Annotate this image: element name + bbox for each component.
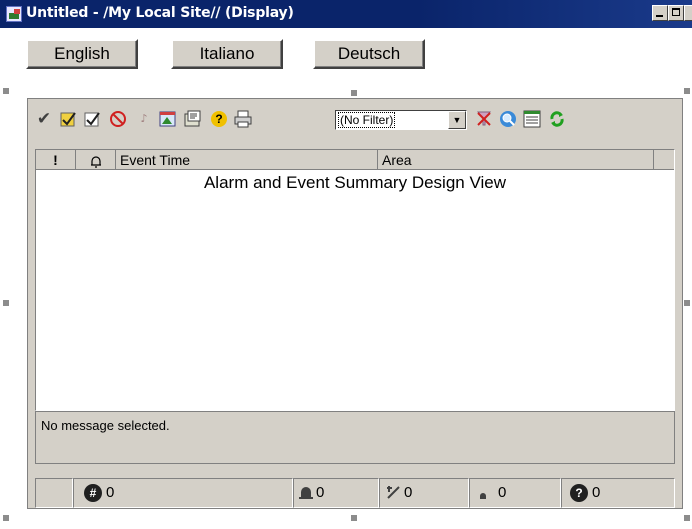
status-panel-total: # 0 (73, 478, 293, 508)
resize-handle[interactable] (3, 300, 9, 306)
shelved-count: 0 (498, 484, 507, 501)
acknowledge-visible-icon[interactable] (58, 109, 78, 129)
status-panel-empty (35, 478, 73, 508)
properties-icon[interactable] (183, 109, 203, 129)
ack-icon (387, 486, 400, 499)
refresh-icon[interactable] (547, 109, 567, 129)
display-app-icon (6, 6, 22, 22)
details-icon[interactable] (522, 109, 542, 129)
unknown-count: 0 (592, 484, 601, 501)
resize-handle[interactable] (351, 90, 357, 96)
filter-select[interactable]: (No Filter) ▼ (335, 110, 467, 130)
hash-icon: # (84, 484, 102, 502)
print-icon[interactable] (233, 109, 253, 129)
resize-handle[interactable] (684, 300, 690, 306)
reset-icon[interactable]: ♪ (134, 109, 154, 129)
grid-header: ! Event Time Area (36, 150, 674, 170)
status-panel-active: 0 (293, 478, 379, 508)
acknowledge-page-icon[interactable] (82, 109, 102, 129)
status-panel-unknown: ? 0 (561, 478, 675, 508)
silence-icon[interactable] (108, 109, 128, 129)
help-icon[interactable]: ? (209, 109, 229, 129)
active-count: 0 (316, 484, 325, 501)
maximize-button[interactable] (668, 5, 684, 21)
italiano-button[interactable]: Italiano (171, 39, 283, 69)
bell-column-header[interactable] (76, 150, 116, 169)
find-icon[interactable] (498, 109, 518, 129)
resize-handle[interactable] (684, 515, 690, 521)
small-bell-icon (480, 493, 486, 499)
unacked-count: 0 (404, 484, 413, 501)
priority-column-header[interactable]: ! (36, 150, 76, 169)
status-bar: # 0 0 0 0 ? 0 (28, 470, 682, 508)
english-button[interactable]: English (26, 39, 138, 69)
status-panel-shelved: 0 (469, 478, 561, 508)
minimize-button[interactable] (652, 5, 668, 21)
title-bar[interactable]: Untitled - /My Local Site// (Display) (0, 0, 692, 28)
message-text: No message selected. (41, 418, 170, 433)
bell-icon (299, 487, 313, 499)
svg-text:?: ? (215, 112, 222, 126)
alarm-grid[interactable]: ! Event Time Area Alarm and Event Summar… (35, 149, 675, 411)
question-icon: ? (570, 484, 588, 502)
design-view-label: Alarm and Event Summary Design View (203, 173, 507, 192)
deutsch-button[interactable]: Deutsch (313, 39, 425, 69)
alarm-summary-control[interactable]: ✔ ♪ ? (No Filter) ▼ ! Event Time Area Al… (27, 98, 683, 509)
display-window: Untitled - /My Local Site// (Display) En… (0, 0, 692, 529)
event-time-column-header[interactable]: Event Time (116, 150, 378, 169)
total-count: 0 (106, 484, 115, 501)
status-panel-unacked: 0 (379, 478, 469, 508)
alarm-toolbar: ✔ ♪ ? (No Filter) ▼ (28, 99, 682, 149)
freeze-icon[interactable] (158, 109, 178, 129)
message-pane: No message selected. (35, 411, 675, 464)
resize-handle[interactable] (684, 88, 690, 94)
acknowledge-check-icon[interactable]: ✔ (34, 109, 54, 129)
bell-icon (90, 156, 101, 168)
resize-handle[interactable] (3, 515, 9, 521)
resize-handle[interactable] (3, 88, 9, 94)
window-title: Untitled - /My Local Site// (Display) (26, 5, 294, 21)
clear-filter-icon[interactable] (474, 109, 494, 129)
resize-handle[interactable] (351, 515, 357, 521)
area-column-header[interactable]: Area (378, 150, 654, 169)
chevron-down-icon[interactable]: ▼ (448, 111, 466, 129)
close-button[interactable] (684, 5, 692, 21)
